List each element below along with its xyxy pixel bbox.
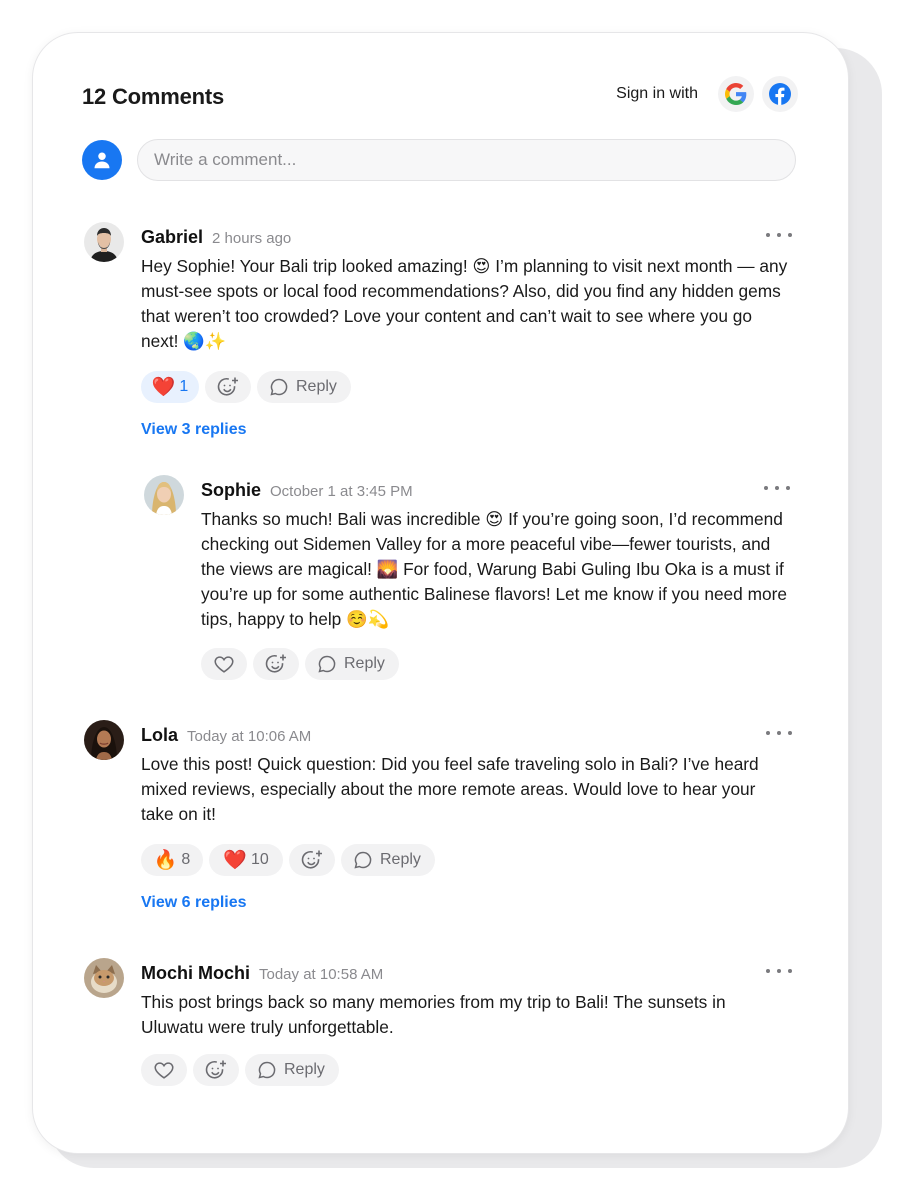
google-icon: [725, 83, 747, 105]
reply-item: Sophie October 1 at 3:45 PM Thanks so mu…: [144, 475, 800, 685]
heart-emoji: ❤️: [151, 377, 176, 398]
reaction-count: 1: [179, 378, 189, 395]
add-reaction-icon: [301, 850, 322, 869]
comment-text: This post brings back so many memories f…: [141, 992, 726, 1037]
reply-label: Reply: [344, 655, 385, 672]
comment-timestamp: 2 hours ago: [212, 230, 292, 247]
comment-composer: [82, 139, 798, 183]
reply-button[interactable]: Reply: [305, 648, 399, 680]
reply-label: Reply: [284, 1061, 325, 1078]
user-icon: [94, 152, 110, 169]
comment-item: Gabriel 2 hours ago Hey Sophie! Your Bal…: [84, 222, 800, 447]
add-reaction-button[interactable]: [193, 1054, 239, 1086]
more-icon: [764, 486, 768, 490]
comment-item: Mochi Mochi Today at 10:58 AM This post …: [84, 958, 800, 1088]
reply-bubble-icon: [258, 1061, 276, 1079]
comment-timestamp: Today at 10:58 AM: [259, 966, 384, 983]
reaction-count: 10: [250, 851, 269, 868]
more-icon: [766, 969, 770, 973]
comment-actions: Reply: [201, 648, 405, 680]
heart-icon: [154, 1062, 174, 1079]
reply-button[interactable]: Reply: [257, 371, 351, 403]
avatar: [144, 475, 184, 515]
heart-emoji: ❤️: [223, 850, 247, 871]
google-sign-in-button[interactable]: [718, 76, 754, 112]
like-button[interactable]: [141, 1054, 187, 1086]
add-reaction-button[interactable]: [289, 844, 335, 876]
comment-actions: Reply: [141, 1054, 345, 1086]
comment-input[interactable]: [137, 139, 796, 181]
comment-timestamp: Today at 10:06 AM: [187, 728, 312, 745]
reply-label: Reply: [296, 378, 337, 395]
reply-button[interactable]: Reply: [341, 844, 435, 876]
comment-header: Lola Today at 10:06 AM: [141, 725, 311, 746]
more-options-button[interactable]: [764, 479, 790, 497]
comment-header: Mochi Mochi Today at 10:58 AM: [141, 963, 383, 984]
reaction-heart-button[interactable]: ❤️ 10: [209, 844, 283, 876]
avatar: [84, 222, 124, 262]
reply-button[interactable]: Reply: [245, 1054, 339, 1086]
like-button[interactable]: [201, 648, 247, 680]
more-icon: [766, 233, 770, 237]
more-options-button[interactable]: [766, 226, 792, 244]
reaction-count: 8: [181, 851, 191, 868]
add-reaction-icon: [205, 1060, 226, 1079]
comment-text: Thanks so much! Bali was incredible 😍 If…: [201, 509, 787, 629]
comment-item: Lola Today at 10:06 AM Love this post! Q…: [84, 720, 800, 920]
avatar: [84, 958, 124, 998]
fire-emoji: 🔥: [153, 850, 178, 871]
comments-count-title: 12 Comments: [82, 84, 225, 109]
view-replies-link[interactable]: View 3 replies: [141, 421, 247, 439]
comment-actions: ❤️ 1 Reply: [141, 371, 357, 403]
author-name[interactable]: Lola: [141, 725, 178, 746]
add-reaction-button[interactable]: [253, 648, 299, 680]
add-reaction-icon: [217, 377, 238, 396]
add-reaction-icon: [265, 654, 286, 673]
more-options-button[interactable]: [766, 962, 792, 980]
facebook-icon: [769, 83, 791, 105]
reply-bubble-icon: [354, 851, 372, 869]
author-name[interactable]: Sophie: [201, 480, 261, 501]
reply-bubble-icon: [270, 378, 288, 396]
reply-label: Reply: [380, 851, 421, 868]
sign-in-group: Sign in with: [616, 76, 798, 112]
comment-actions: 🔥 8 ❤️ 10 Reply: [141, 844, 441, 876]
facebook-sign-in-button[interactable]: [762, 76, 798, 112]
heart-icon: [214, 656, 234, 673]
more-icon: [766, 731, 770, 735]
comment-text: Love this post! Quick question: Did you …: [141, 754, 759, 824]
more-options-button[interactable]: [766, 724, 792, 742]
reaction-heart-button[interactable]: ❤️ 1: [141, 371, 199, 403]
comment-header: Gabriel 2 hours ago: [141, 227, 291, 248]
author-name[interactable]: Mochi Mochi: [141, 963, 250, 984]
comments-header: 12 Comments Sign in with: [82, 76, 798, 112]
reaction-fire-button[interactable]: 🔥 8: [141, 844, 203, 876]
comment-text: Hey Sophie! Your Bali trip looked amazin…: [141, 256, 788, 351]
sign-in-label: Sign in with: [616, 85, 698, 102]
author-name[interactable]: Gabriel: [141, 227, 203, 248]
current-user-avatar: [82, 140, 122, 180]
add-reaction-button[interactable]: [205, 371, 251, 403]
view-replies-link[interactable]: View 6 replies: [141, 894, 247, 912]
avatar: [84, 720, 124, 760]
reply-bubble-icon: [318, 655, 336, 673]
comment-timestamp: October 1 at 3:45 PM: [270, 483, 413, 500]
comment-header: Sophie October 1 at 3:45 PM: [201, 480, 413, 501]
